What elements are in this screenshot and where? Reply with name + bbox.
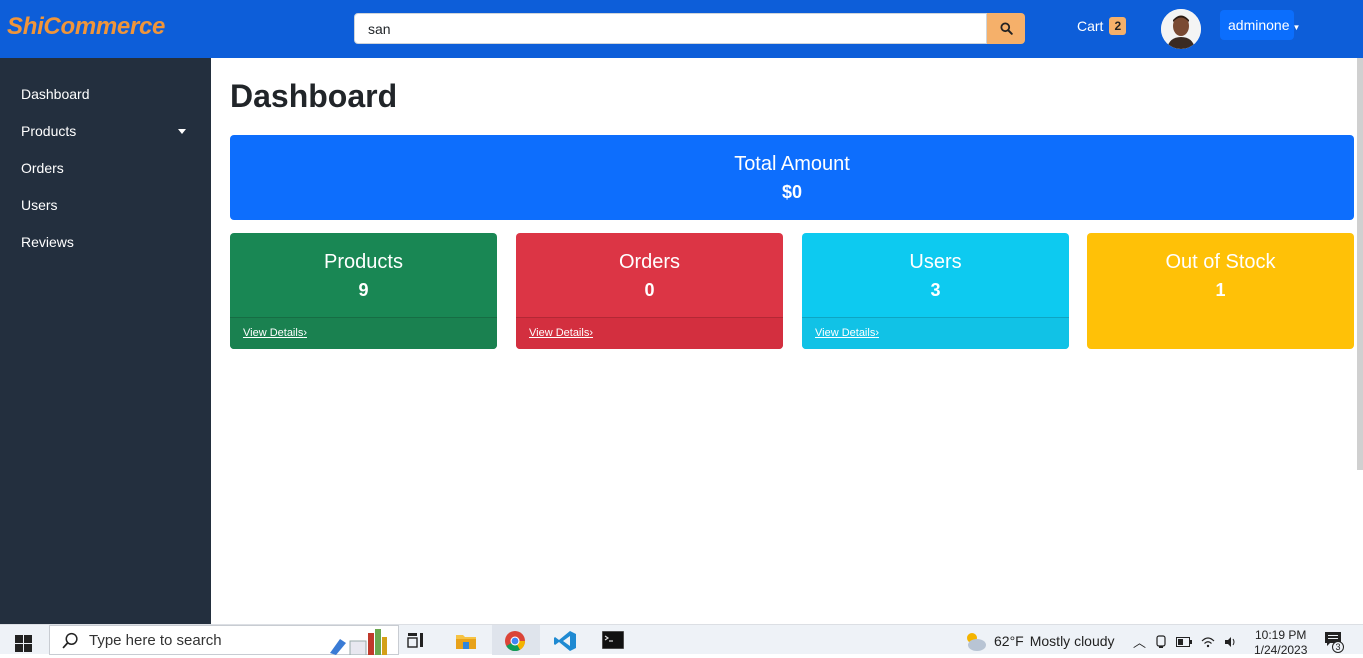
- card-label: Products: [324, 251, 403, 273]
- page-title: Dashboard: [230, 78, 398, 114]
- out-of-stock-card: Out of Stock 1: [1087, 233, 1354, 349]
- user-menu-button[interactable]: adminone ▼: [1220, 10, 1300, 40]
- cart-label: Cart: [1077, 18, 1104, 34]
- card-footer: View Details›: [516, 317, 783, 349]
- clock-time: 10:19 PM: [1255, 628, 1307, 642]
- card-footer: View Details›: [230, 317, 497, 349]
- products-card: Products 9 View Details›: [230, 233, 497, 349]
- taskbar-search[interactable]: Type here to search: [49, 625, 399, 655]
- card-value: 1: [1215, 280, 1226, 300]
- task-view-icon[interactable]: [407, 632, 425, 648]
- notification-center[interactable]: 3: [1324, 631, 1344, 653]
- users-card: Users 3 View Details›: [802, 233, 1069, 349]
- chevron-right-icon: ›: [303, 327, 307, 339]
- card-value: 3: [930, 280, 941, 300]
- card-value: 9: [358, 280, 369, 300]
- sidebar-item-reviews[interactable]: Reviews: [21, 234, 186, 250]
- search-input[interactable]: [354, 13, 987, 44]
- cart-link[interactable]: Cart 2: [1077, 17, 1127, 35]
- search-highlight-icon: [330, 629, 387, 655]
- chevron-right-icon: ›: [875, 327, 879, 339]
- total-amount-value: $0: [781, 182, 803, 202]
- windows-start-icon[interactable]: [15, 635, 32, 652]
- battery-icon[interactable]: [1176, 636, 1193, 647]
- view-details-label: View Details: [243, 327, 304, 339]
- system-tray: ︿: [1133, 632, 1238, 651]
- avatar[interactable]: [1161, 9, 1201, 49]
- vscode-icon[interactable]: [553, 630, 577, 652]
- total-amount-label: Total Amount: [734, 153, 850, 175]
- user-avatar-image: [1161, 9, 1201, 49]
- chevron-down-icon: ▼: [1292, 22, 1301, 32]
- card-footer: View Details›: [802, 317, 1069, 349]
- sidebar-item-users[interactable]: Users: [21, 197, 186, 213]
- sidebar-item-label: Products: [21, 123, 77, 139]
- caret-down-icon: [178, 128, 186, 134]
- view-details-link[interactable]: View Details›: [815, 327, 879, 339]
- user-name: adminone: [1228, 17, 1290, 33]
- weather-temp: 62°F: [994, 633, 1024, 649]
- terminal-icon[interactable]: [602, 631, 624, 649]
- file-explorer-icon[interactable]: [455, 632, 477, 650]
- taskbar-search-placeholder: Type here to search: [89, 631, 222, 649]
- volume-icon[interactable]: [1224, 636, 1238, 648]
- meet-now-icon[interactable]: [1155, 634, 1167, 649]
- weather-condition: Mostly cloudy: [1029, 633, 1115, 649]
- chevron-right-icon: ›: [589, 327, 593, 339]
- notification-count-badge: 3: [1332, 641, 1344, 653]
- card-label: Orders: [618, 251, 681, 273]
- view-details-label: View Details: [815, 327, 876, 339]
- partly-cloudy-icon: [967, 633, 986, 651]
- search-icon: [62, 632, 78, 649]
- page-scrollbar[interactable]: [1357, 58, 1363, 470]
- sidebar-item-orders[interactable]: Orders: [21, 160, 186, 176]
- sidebar: Dashboard Products Orders Users Reviews: [0, 58, 211, 624]
- card-label: Users: [909, 251, 962, 273]
- orders-card: Orders 0 View Details›: [516, 233, 783, 349]
- card-value: 0: [644, 280, 655, 300]
- clock-date: 1/24/2023: [1254, 643, 1308, 657]
- view-details-link[interactable]: View Details›: [529, 327, 593, 339]
- view-details-label: View Details: [529, 327, 590, 339]
- cart-count-badge: 2: [1109, 17, 1127, 35]
- top-navbar: ShiCommerce Cart 2 adminone ▼: [0, 0, 1363, 58]
- chevron-up-icon[interactable]: ︿: [1133, 632, 1146, 651]
- sidebar-item-dashboard[interactable]: Dashboard: [21, 86, 186, 102]
- total-amount-card: Total Amount $0: [230, 135, 1354, 220]
- search-button[interactable]: [987, 13, 1025, 44]
- weather-widget[interactable]: 62°F Mostly cloudy: [962, 630, 1115, 652]
- sidebar-item-label: Users: [21, 197, 58, 213]
- sidebar-item-products[interactable]: Products: [21, 123, 186, 139]
- search-bar: [354, 13, 1025, 44]
- chrome-icon: [505, 631, 526, 652]
- card-label: Out of Stock: [1165, 251, 1276, 273]
- sidebar-item-label: Dashboard: [21, 86, 90, 102]
- brand-logo[interactable]: ShiCommerce: [7, 13, 165, 41]
- windows-taskbar: Type here to search 62°F Mostly cloudy ︿…: [0, 624, 1363, 657]
- wifi-icon[interactable]: [1201, 636, 1215, 648]
- chrome-taskbar-slot[interactable]: [492, 625, 540, 655]
- sidebar-item-label: Orders: [21, 160, 64, 176]
- search-icon: [999, 22, 1013, 35]
- sidebar-item-label: Reviews: [21, 234, 74, 250]
- view-details-link[interactable]: View Details›: [243, 327, 307, 339]
